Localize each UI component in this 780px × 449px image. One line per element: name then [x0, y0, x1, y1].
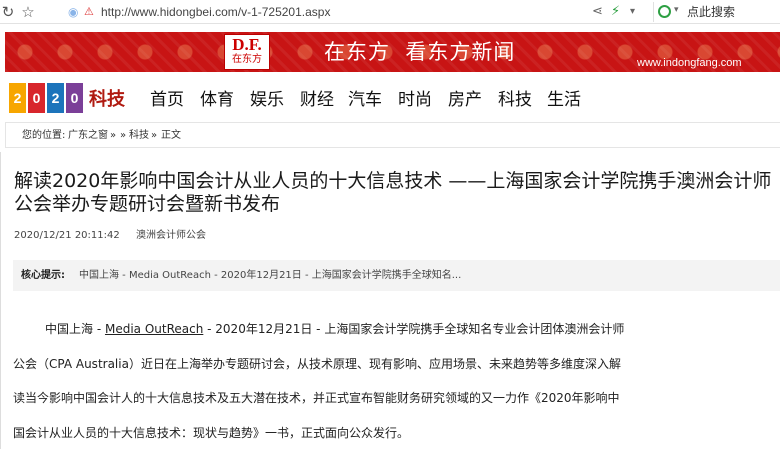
search-input[interactable]: 点此搜索	[687, 4, 735, 20]
url-field[interactable]: http://www.hidongbei.com/v-1-725201.aspx	[101, 4, 330, 20]
body-line: 国会计从业人员的十大信息技术：现状与趋势》一书，正式面向公众发行。	[13, 426, 410, 441]
share-icon[interactable]: ⋖	[592, 3, 603, 21]
nav-item-realestate[interactable]: 房产	[448, 88, 482, 112]
breadcrumb-current: 正文	[161, 130, 181, 141]
nav-item-tech[interactable]: 科技	[498, 88, 532, 112]
nav-item-entertainment[interactable]: 娱乐	[250, 88, 284, 112]
breadcrumb-sep: »	[110, 130, 117, 141]
breadcrumb-prefix: 您的位置:	[22, 130, 66, 141]
body-line: 中国上海 - Media OutReach - 2020年12月21日 - 上海…	[13, 320, 653, 355]
breadcrumb-home[interactable]: 广东之窗	[68, 129, 108, 142]
nav-item-life[interactable]: 生活	[547, 88, 581, 112]
nav-item-auto[interactable]: 汽车	[348, 88, 382, 112]
logo-char: 0	[66, 83, 83, 113]
chevron-down-icon[interactable]: ▾	[630, 3, 635, 21]
article-body: 中国上海 - Media OutReach - 2020年12月21日 - 上海…	[13, 320, 653, 449]
nav-item-fashion[interactable]: 时尚	[398, 88, 432, 112]
browser-address-bar: ↻ ☆ ◉ ⚠ http://www.hidongbei.com/v-1-725…	[0, 0, 780, 24]
breadcrumb-sep: »	[120, 130, 127, 141]
df-logo: D.F. 在东方	[224, 34, 270, 70]
star-icon[interactable]: ☆	[18, 2, 38, 22]
nav-item-sports[interactable]: 体育	[200, 88, 234, 112]
summary-box: 核心提示: 中国上海 - Media OutReach - 2020年12月21…	[13, 260, 780, 291]
article-source: 澳洲会计师公会	[136, 230, 206, 241]
media-outreach-link[interactable]: Media OutReach	[105, 322, 203, 336]
breadcrumb: 您的位置: 广东之窗 » » 科技 » 正文	[5, 122, 780, 148]
body-text: 中国上海 -	[45, 322, 105, 336]
article: 解读2020年影响中国会计从业人员的十大信息技术 ——上海国家会计学院携手澳洲会…	[0, 152, 780, 449]
df-logo-subtext: 在东方	[232, 54, 262, 65]
logo-char: 0	[28, 83, 45, 113]
site-logo[interactable]: 2 0 2 0	[9, 83, 83, 113]
banner-url: www.indongfang.com	[637, 57, 742, 69]
nav-item-home[interactable]: 首页	[150, 88, 184, 112]
body-line: 读当今影响中国会计人的十大信息技术及五大潜在技术，并正式宣布智能财务研究领域的又…	[13, 391, 620, 406]
df-logo-text: D.F.	[232, 35, 262, 54]
lightning-icon[interactable]: ⚡	[611, 3, 620, 21]
search-engine-caret-icon[interactable]: ▾	[674, 5, 679, 15]
nav-item-finance[interactable]: 财经	[300, 88, 334, 112]
summary-text: 中国上海 - Media OutReach - 2020年12月21日 - 上海…	[79, 270, 462, 281]
logo-char: 2	[9, 83, 26, 113]
refresh-icon[interactable]: ↻	[0, 2, 18, 22]
article-datetime: 2020/12/21 20:11:42	[14, 230, 120, 241]
banner-slogan: 在东方 看东方新闻	[324, 40, 516, 64]
search-engine-logo	[658, 5, 671, 18]
globe-icon: ◉	[68, 5, 79, 19]
summary-label: 核心提示:	[21, 270, 65, 281]
search-box[interactable]: ▾ 点此搜索	[653, 2, 780, 22]
body-line: 公会（CPA Australia）近日在上海举办专题研讨会，从技术原理、现有影响…	[13, 356, 621, 371]
logo-char: 2	[47, 83, 64, 113]
body-text: - 2020年12月21日 - 上海国家会计学院携手全球知名专业会计团体澳洲会计…	[203, 322, 625, 336]
top-banner[interactable]: D.F. 在东方 在东方 看东方新闻 www.indongfang.com	[5, 32, 780, 72]
section-title: 科技	[89, 89, 125, 110]
breadcrumb-category[interactable]: 科技	[129, 129, 149, 142]
security-warning-icon[interactable]: ⚠	[84, 4, 94, 20]
article-title: 解读2020年影响中国会计从业人员的十大信息技术 ——上海国家会计学院携手澳洲会…	[14, 170, 772, 215]
breadcrumb-sep: »	[151, 130, 158, 141]
